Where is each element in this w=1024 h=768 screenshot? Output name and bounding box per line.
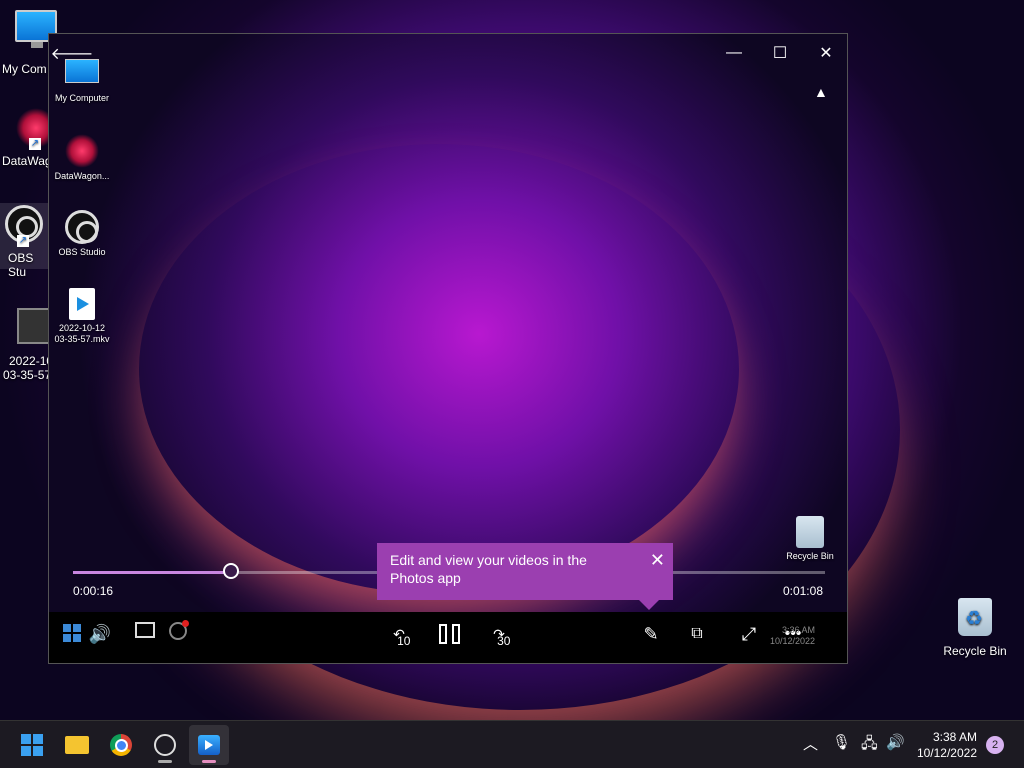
network-button[interactable]: 🖧 xyxy=(861,733,878,758)
computer-icon xyxy=(65,59,99,83)
duration: 0:01:08 xyxy=(782,584,823,598)
media-player-button[interactable] xyxy=(189,725,229,765)
edit-button[interactable]: ✎ xyxy=(639,618,663,650)
close-button[interactable]: ✕ xyxy=(803,38,847,68)
file-explorer-icon xyxy=(65,736,89,754)
close-icon: ✕ xyxy=(649,550,665,570)
obs-icon xyxy=(65,210,99,244)
video-file-icon xyxy=(69,288,95,320)
pause-button[interactable] xyxy=(437,618,461,650)
video-icon-obs: OBS Studio xyxy=(49,210,115,258)
chrome-icon xyxy=(110,734,132,756)
seek-thumb[interactable] xyxy=(222,563,239,579)
current-time: 0:00:16 xyxy=(73,584,114,598)
control-bar: 🔊 ↶ 10 ↷ 30 ✎ ⧉ ⤢ ••• 3:36 AM 10/12/2022 xyxy=(49,612,847,663)
recycle-bin-icon xyxy=(796,516,824,548)
tooltip-close-button[interactable]: ✕ xyxy=(650,551,665,569)
video-icon-video-file: 2022-10-12 03-35-57.mkv xyxy=(49,288,115,345)
video-glow xyxy=(139,144,739,594)
tooltip-text: Edit and view your videos in the Photos … xyxy=(390,552,587,586)
chrome-button[interactable] xyxy=(101,725,141,765)
file-explorer-button[interactable] xyxy=(57,725,97,765)
video-icon-my-computer: My Computer xyxy=(49,59,115,104)
notification-badge[interactable]: 2 xyxy=(986,736,1004,754)
pause-icon xyxy=(438,624,460,644)
video-icon-recycle-bin: Recycle Bin xyxy=(777,516,843,562)
running-indicator xyxy=(158,760,172,763)
video-icon-datawagon: DataWagon... xyxy=(49,134,115,182)
miniplayer-button[interactable]: ⧉ xyxy=(685,618,709,650)
maximize-button[interactable]: ☐ xyxy=(757,38,803,68)
minimize-icon: — xyxy=(726,44,742,61)
minimize-button[interactable]: — xyxy=(711,38,757,68)
volume-tray-button[interactable]: 🔊 xyxy=(886,733,905,751)
obs-icon xyxy=(154,734,176,756)
video-clock: 3:36 AM 10/12/2022 xyxy=(769,625,815,646)
maximize-icon: ☐ xyxy=(772,45,788,62)
chevron-up-icon: ︿ xyxy=(803,736,819,753)
taskbar: ︿ 🎙 🖧 🔊 3:38 AM 10/12/2022 2 xyxy=(0,720,1024,768)
captions-button[interactable] xyxy=(135,622,155,638)
datawagon-icon xyxy=(65,134,99,168)
recycle-bin-icon xyxy=(958,598,992,636)
active-indicator xyxy=(202,760,216,763)
clock[interactable]: 3:38 AM 10/12/2022 xyxy=(917,729,977,761)
record-dot-icon xyxy=(182,620,189,627)
media-player-window: 🡐 — ☐ ✕ ▲ My Computer DataWagon... OBS S… xyxy=(48,33,848,664)
start-icon xyxy=(21,734,43,756)
volume-button[interactable]: 🔊 xyxy=(87,618,113,650)
forward-icon: ↷ 30 xyxy=(493,625,511,648)
show-hidden-icons-button[interactable]: ︿ xyxy=(803,733,818,754)
desktop-icon-obs[interactable]: ↗ OBS Stu xyxy=(0,203,48,279)
microphone-icon: 🎙 xyxy=(832,734,852,751)
rewind-icon: ↶ 10 xyxy=(393,625,411,648)
desktop-recycle-bin[interactable]: Recycle Bin xyxy=(939,598,1011,658)
pencil-icon: ✎ xyxy=(643,623,659,644)
miniplayer-icon: ⧉ xyxy=(691,625,703,642)
seek-bar-fill xyxy=(73,571,231,574)
photos-tooltip: Edit and view your videos in the Photos … xyxy=(377,543,673,610)
microphone-button[interactable]: 🎙 xyxy=(832,733,851,751)
media-player-icon xyxy=(198,735,220,755)
close-icon: ✕ xyxy=(819,45,833,62)
network-icon: 🖧 xyxy=(861,735,878,752)
volume-icon: 🔊 xyxy=(886,734,905,751)
start-button[interactable] xyxy=(12,725,52,765)
mouse-cursor-icon: ▲ xyxy=(814,84,828,100)
obs-button[interactable] xyxy=(145,725,185,765)
skip-back-button[interactable]: ↶ 10 xyxy=(385,618,413,650)
video-start-icon xyxy=(63,624,81,642)
skip-forward-button[interactable]: ↷ 30 xyxy=(485,618,513,650)
volume-icon: 🔊 xyxy=(88,623,112,644)
